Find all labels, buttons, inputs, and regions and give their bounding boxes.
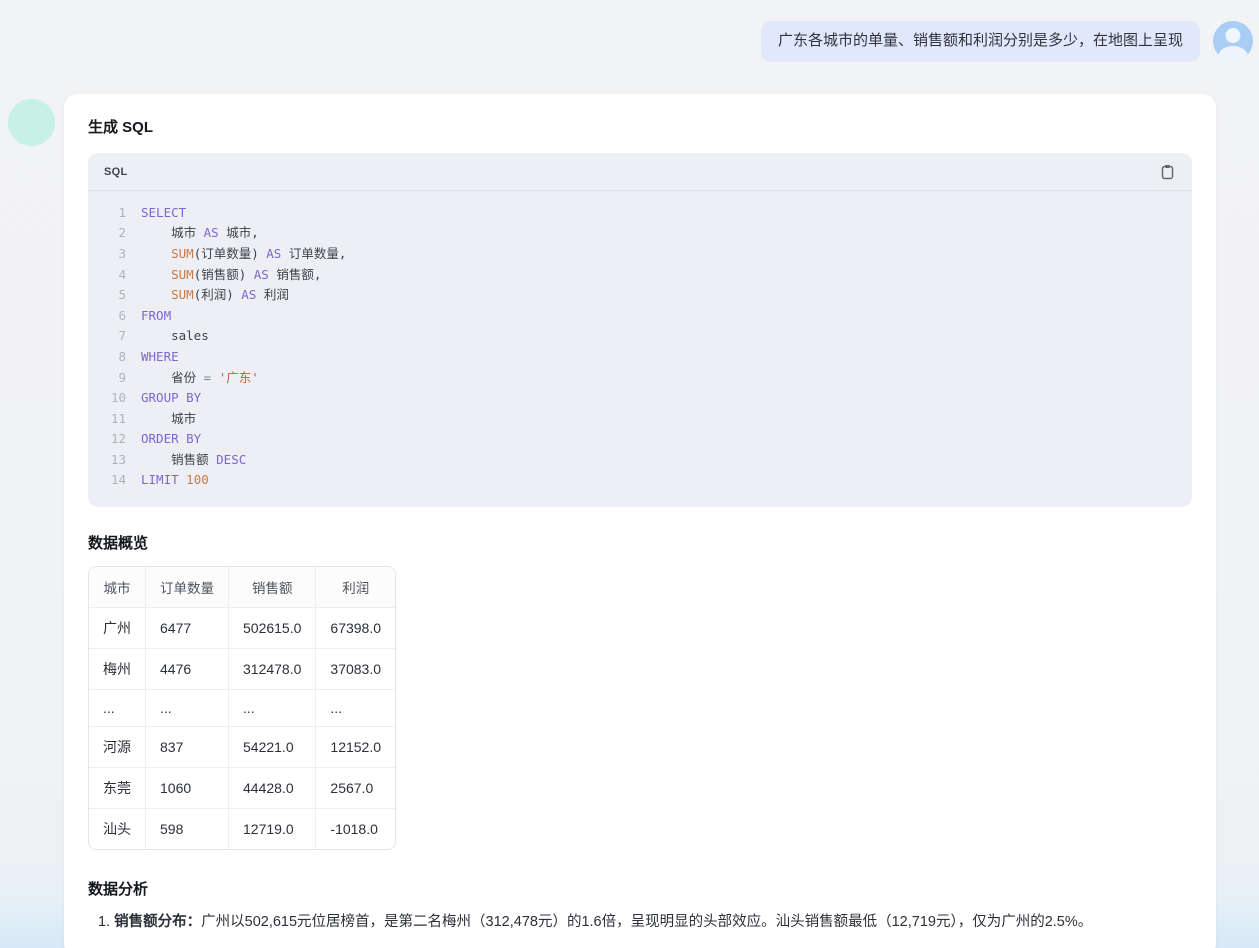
table-cell: 梅州 bbox=[89, 648, 145, 689]
table-cell: 54221.0 bbox=[228, 726, 315, 767]
table-cell: ... bbox=[145, 689, 228, 726]
table-cell: 2567.0 bbox=[315, 767, 395, 808]
chat-page: 广东各城市的单量、销售额和利润分别是多少，在地图上呈现 生成 SQL SQL bbox=[0, 0, 1259, 948]
table-cell: 837 bbox=[145, 726, 228, 767]
sql-code-line: 7 sales bbox=[100, 326, 1176, 347]
table-cell: 12152.0 bbox=[315, 726, 395, 767]
table-cell: 4476 bbox=[145, 648, 228, 689]
line-number: 10 bbox=[100, 388, 126, 409]
line-number: 12 bbox=[100, 429, 126, 450]
assistant-answer-card: 生成 SQL SQL 1SELECT2 城市 AS 城市,3 SUM(订单数 bbox=[64, 94, 1216, 948]
line-number: 8 bbox=[100, 347, 126, 368]
table-column-header: 销售额 bbox=[228, 567, 315, 607]
line-number: 6 bbox=[100, 306, 126, 327]
table-header: 城市订单数量销售额利润 bbox=[89, 567, 395, 607]
table-row: ............ bbox=[89, 689, 395, 726]
table-row: 梅州4476312478.037083.0 bbox=[89, 648, 395, 689]
analysis-list: 1. 销售额分布：广州以502,615元位居榜首，是第二名梅州（312,478元… bbox=[88, 908, 1192, 937]
table-column-header: 城市 bbox=[89, 567, 145, 607]
data-overview-title: 数据概览 bbox=[88, 532, 1192, 553]
sql-code-line: 12ORDER BY bbox=[100, 429, 1176, 450]
table-cell: 6477 bbox=[145, 607, 228, 648]
sql-code-line: 2 城市 AS 城市, bbox=[100, 223, 1176, 244]
line-number: 14 bbox=[100, 470, 126, 491]
sql-code-line: 3 SUM(订单数量) AS 订单数量, bbox=[100, 244, 1176, 265]
line-number: 3 bbox=[100, 244, 126, 265]
sql-code-line: 14LIMIT 100 bbox=[100, 470, 1176, 491]
table-cell: ... bbox=[315, 689, 395, 726]
sql-section-title: 生成 SQL bbox=[88, 116, 1192, 137]
sql-code-line: 4 SUM(销售额) AS 销售额, bbox=[100, 265, 1176, 286]
analysis-item-text: 广州以502,615元位居榜首，是第二名梅州（312,478元）的1.6倍，呈现… bbox=[201, 914, 1092, 930]
sql-code-line: 1SELECT bbox=[100, 203, 1176, 224]
line-number: 4 bbox=[100, 265, 126, 286]
table-cell: 东莞 bbox=[89, 767, 145, 808]
sql-code-line: 13 销售额 DESC bbox=[100, 450, 1176, 471]
sql-block-header: SQL bbox=[88, 153, 1192, 191]
line-number: 2 bbox=[100, 223, 126, 244]
table-row: 东莞106044428.02567.0 bbox=[89, 767, 395, 808]
sql-code-line: 6FROM bbox=[100, 306, 1176, 327]
user-message-bubble: 广东各城市的单量、销售额和利润分别是多少，在地图上呈现 bbox=[761, 21, 1200, 62]
analysis-item-label: 销售额分布： bbox=[114, 914, 201, 930]
data-analysis-title: 数据分析 bbox=[88, 878, 1192, 899]
sql-code-block: SQL 1SELECT2 城市 AS 城市,3 SUM(订单数量) AS 订单数… bbox=[88, 153, 1192, 507]
table-cell: 502615.0 bbox=[228, 607, 315, 648]
user-avatar[interactable] bbox=[1213, 21, 1253, 61]
table-row: 广州6477502615.067398.0 bbox=[89, 607, 395, 648]
line-number: 9 bbox=[100, 368, 126, 389]
table-column-header: 利润 bbox=[315, 567, 395, 607]
table-cell: 广州 bbox=[89, 607, 145, 648]
table-cell: ... bbox=[89, 689, 145, 726]
table-cell: 河源 bbox=[89, 726, 145, 767]
data-overview-table: 城市订单数量销售额利润 广州6477502615.067398.0梅州44763… bbox=[88, 566, 396, 850]
table-cell: 312478.0 bbox=[228, 648, 315, 689]
table-row: 河源83754221.012152.0 bbox=[89, 726, 395, 767]
table-body: 广州6477502615.067398.0梅州4476312478.037083… bbox=[89, 607, 395, 849]
copy-sql-button[interactable] bbox=[1159, 163, 1176, 181]
assistant-avatar bbox=[8, 99, 55, 146]
table-cell: ... bbox=[228, 689, 315, 726]
table-cell: 598 bbox=[145, 808, 228, 849]
line-number: 5 bbox=[100, 285, 126, 306]
sql-language-label: SQL bbox=[104, 166, 128, 178]
line-number: 1 bbox=[100, 203, 126, 224]
sql-code-line: 8WHERE bbox=[100, 347, 1176, 368]
line-number: 7 bbox=[100, 326, 126, 347]
assistant-message-row: 生成 SQL SQL 1SELECT2 城市 AS 城市,3 SUM(订单数 bbox=[0, 94, 1259, 948]
table-cell: 44428.0 bbox=[228, 767, 315, 808]
analysis-item: 1. 销售额分布：广州以502,615元位居榜首，是第二名梅州（312,478元… bbox=[88, 908, 1192, 937]
sql-code-line: 9 省份 = '广东' bbox=[100, 368, 1176, 389]
table-cell: -1018.0 bbox=[315, 808, 395, 849]
table-cell: 37083.0 bbox=[315, 648, 395, 689]
user-avatar-person-icon bbox=[1226, 28, 1241, 43]
table-cell: 汕头 bbox=[89, 808, 145, 849]
user-avatar-person-shoulders bbox=[1218, 46, 1248, 61]
sql-code-line: 5 SUM(利润) AS 利润 bbox=[100, 285, 1176, 306]
table-cell: 12719.0 bbox=[228, 808, 315, 849]
table-row: 汕头59812719.0-1018.0 bbox=[89, 808, 395, 849]
table-cell: 67398.0 bbox=[315, 607, 395, 648]
sql-code-line: 10GROUP BY bbox=[100, 388, 1176, 409]
line-number: 11 bbox=[100, 409, 126, 430]
table-column-header: 订单数量 bbox=[145, 567, 228, 607]
sql-code-line: 11 城市 bbox=[100, 409, 1176, 430]
line-number: 13 bbox=[100, 450, 126, 471]
sql-code: 1SELECT2 城市 AS 城市,3 SUM(订单数量) AS 订单数量,4 … bbox=[88, 191, 1192, 507]
user-message-row: 广东各城市的单量、销售额和利润分别是多少，在地图上呈现 bbox=[0, 0, 1259, 62]
table-cell: 1060 bbox=[145, 767, 228, 808]
clipboard-copy-icon bbox=[1160, 164, 1175, 180]
